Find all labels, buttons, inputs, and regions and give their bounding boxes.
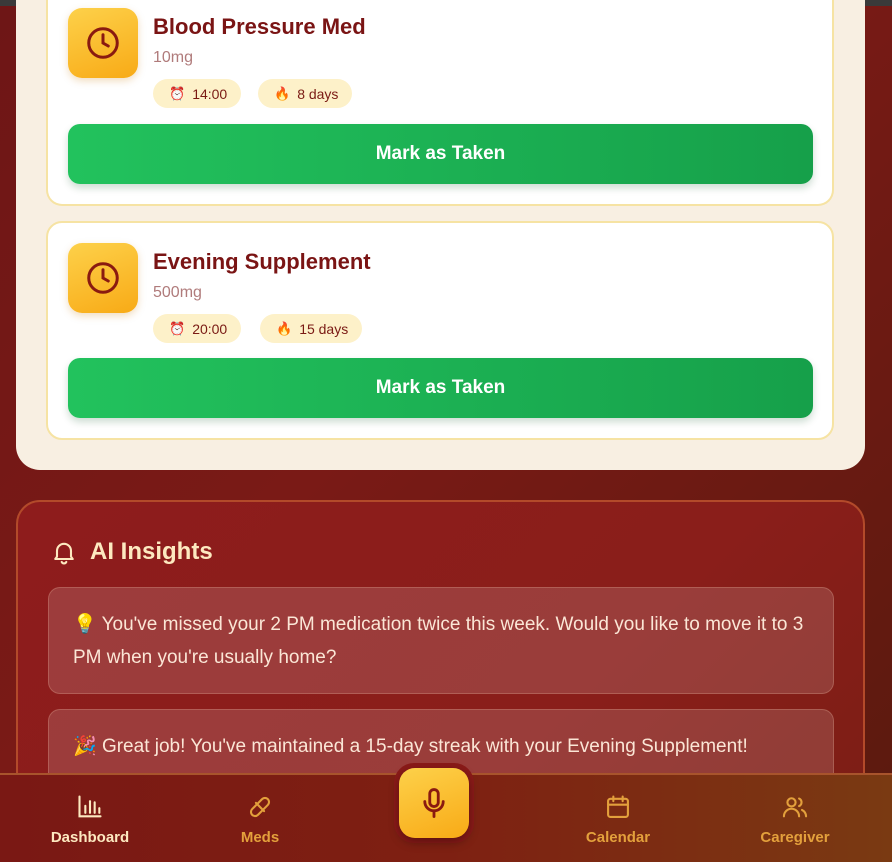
nav-caregiver-label: Caregiver bbox=[760, 829, 830, 846]
time-chip-label: 20:00 bbox=[192, 320, 228, 337]
alarm-clock-icon: ⏰ bbox=[169, 85, 186, 101]
ai-insights-title: AI Insights bbox=[90, 538, 213, 565]
medication-name: Evening Supplement bbox=[153, 249, 371, 274]
users-icon bbox=[782, 797, 808, 818]
streak-chip: 🔥 8 days bbox=[258, 79, 353, 108]
ai-insights-header: AI Insights bbox=[50, 538, 213, 566]
party-popper-icon: 🎉 bbox=[73, 736, 97, 757]
voice-button-ring bbox=[394, 763, 474, 843]
lightbulb-icon: 💡 bbox=[73, 614, 97, 635]
bar-chart-icon bbox=[78, 795, 102, 818]
time-chip: ⏰ 14:00 bbox=[153, 79, 242, 108]
nav-calendar[interactable]: Calendar bbox=[558, 793, 678, 846]
medication-card: Evening Supplement 500mg ⏰ 20:00 🔥 15 da… bbox=[46, 221, 834, 440]
streak-chip-label: 8 days bbox=[297, 85, 339, 102]
nav-dashboard-label: Dashboard bbox=[50, 829, 130, 846]
pill-icon bbox=[249, 796, 271, 818]
nav-caregiver[interactable]: Caregiver bbox=[735, 793, 855, 846]
voice-input-button[interactable] bbox=[399, 768, 469, 838]
microphone-icon bbox=[423, 788, 445, 818]
streak-chip: 🔥 15 days bbox=[260, 314, 363, 343]
insight-text: You've missed your 2 PM medication twice… bbox=[73, 614, 804, 668]
time-chip-label: 14:00 bbox=[192, 85, 228, 102]
nav-dashboard[interactable]: Dashboard bbox=[30, 793, 150, 846]
bottom-navigation: Dashboard Meds Calendar Caregiver bbox=[0, 763, 892, 862]
medication-dose: 500mg bbox=[153, 284, 202, 301]
streak-chip-label: 15 days bbox=[299, 320, 349, 337]
nav-meds[interactable]: Meds bbox=[200, 793, 320, 846]
medications-panel: Blood Pressure Med 10mg ⏰ 14:00 🔥 8 days… bbox=[16, 0, 865, 470]
alarm-clock-icon: ⏰ bbox=[169, 320, 186, 336]
bell-icon bbox=[54, 542, 74, 565]
medication-card: Blood Pressure Med 10mg ⏰ 14:00 🔥 8 days… bbox=[46, 0, 834, 206]
time-chip: ⏰ 20:00 bbox=[153, 314, 242, 343]
calendar-icon bbox=[607, 795, 629, 818]
medication-name: Blood Pressure Med bbox=[153, 14, 366, 39]
insight-text: Great job! You've maintained a 15-day st… bbox=[101, 736, 748, 757]
fire-icon: 🔥 bbox=[274, 85, 291, 101]
fire-icon: 🔥 bbox=[276, 320, 293, 336]
mark-as-taken-button[interactable]: Mark as Taken bbox=[68, 124, 813, 184]
clock-icon bbox=[68, 243, 138, 313]
mark-as-taken-button[interactable]: Mark as Taken bbox=[68, 358, 813, 418]
nav-meds-label: Meds bbox=[240, 829, 280, 846]
insight-card: 💡 You've missed your 2 PM medication twi… bbox=[48, 587, 834, 694]
nav-calendar-label: Calendar bbox=[585, 829, 651, 846]
clock-icon bbox=[68, 8, 138, 78]
medication-dose: 10mg bbox=[153, 49, 194, 66]
